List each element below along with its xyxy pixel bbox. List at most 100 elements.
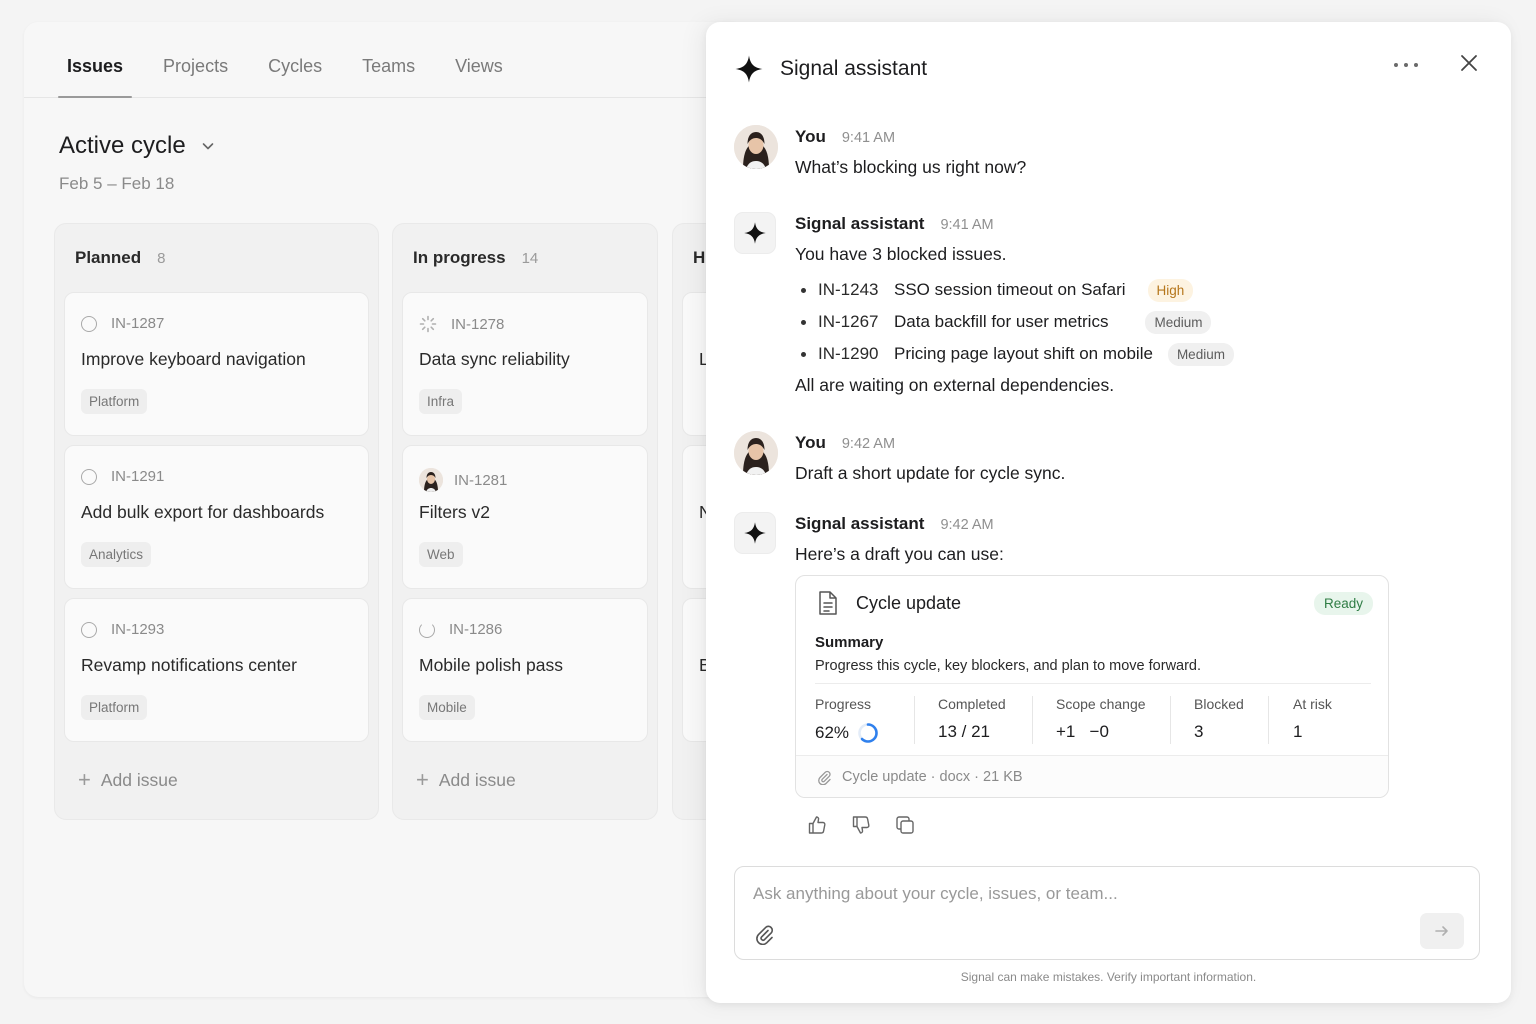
tab-projects[interactable]: Projects (154, 56, 237, 97)
stat-value: 62% (815, 723, 850, 742)
sparkle-icon (744, 522, 766, 544)
cycle-title: Active cycle (59, 132, 186, 159)
close-icon[interactable] (1458, 52, 1480, 74)
tab-cycles[interactable]: Cycles (259, 56, 331, 97)
column-title: In progress (413, 248, 506, 267)
stat-blocked: Blocked 3 (1194, 696, 1244, 742)
in-progress-circle-icon (419, 621, 435, 638)
panel-title: Signal assistant (780, 57, 928, 80)
issues-app-window: Issues Projects Cycles Teams Views Activ… (24, 22, 744, 997)
issue-id: IN-1290 (818, 344, 879, 363)
stat-label: At risk (1293, 696, 1332, 712)
sender-name: You (795, 433, 826, 452)
message-time: 9:41 AM (841, 130, 896, 146)
column-planned: Planned 8 IN-1287 Improve keyboard navig… (54, 223, 379, 820)
send-button[interactable] (1420, 913, 1464, 949)
add-issue-label: Add issue (100, 769, 178, 790)
issue-id: IN-1243 (818, 280, 879, 299)
sender-name: You (795, 127, 826, 146)
stat-value: 3 (1194, 722, 1204, 741)
issue-title: Filters v2 (419, 502, 490, 522)
issue-card[interactable]: IN-1291 Add bulk export for dashboards A… (64, 445, 369, 589)
stat-at-risk: At risk 1 (1293, 696, 1332, 742)
issue-id: IN-1293 (111, 621, 165, 638)
status-badge: Ready (1313, 592, 1373, 615)
plus-icon: + (416, 767, 429, 792)
tab-teams[interactable]: Teams (353, 56, 424, 97)
message-text: You have 3 blocked issues. (795, 244, 1007, 264)
issue-card[interactable]: IN-1286 Mobile polish pass Mobile (402, 598, 648, 742)
tab-issues[interactable]: Issues (58, 56, 133, 98)
chat-input[interactable] (753, 881, 1453, 907)
message-text: Draft a short update for cycle sync. (795, 463, 1066, 483)
attachment-label: Cycle update · docx · 21 KB (842, 768, 1023, 785)
assistant-avatar (734, 512, 776, 554)
stat-value: +1 −0 (1056, 722, 1109, 741)
stat-label: Completed (938, 696, 1006, 712)
sparkle-icon (735, 55, 763, 83)
loading-spinner-icon (419, 315, 437, 333)
cycle-selector[interactable]: Active cycle (59, 132, 216, 160)
add-issue-label: Add issue (438, 769, 516, 790)
todo-circle-icon (81, 468, 97, 485)
list-item[interactable]: IN-1290 Pricing page layout shift on mob… (795, 338, 1234, 370)
issue-tag: Platform (81, 695, 148, 720)
issue-id: IN-1278 (451, 315, 505, 333)
add-issue-button[interactable]: + Add issue (416, 769, 516, 791)
column-title: Planned (75, 248, 142, 267)
issue-card[interactable]: IN-1281 Filters v2 Web (402, 445, 648, 589)
plus-icon: + (78, 767, 91, 792)
issue-card[interactable]: IN-1293 Revamp notifications center Plat… (64, 598, 369, 742)
message-time: 9:41 AM (940, 217, 994, 233)
message-text: What’s blocking us right now? (795, 157, 1027, 177)
issue-tag: Mobile (419, 695, 475, 720)
document-icon (819, 591, 837, 615)
tab-views[interactable]: Views (446, 56, 512, 97)
add-issue-button[interactable]: + Add issue (78, 769, 178, 791)
user-avatar (734, 125, 778, 169)
issue-id: IN-1287 (111, 315, 165, 332)
message-time: 9:42 AM (841, 436, 896, 452)
issue-id: IN-1281 (454, 471, 508, 489)
stat-progress: Progress 62% (815, 696, 879, 744)
stat-value: 1 (1293, 722, 1303, 741)
attachment-row[interactable]: Cycle update · docx · 21 KB (796, 755, 1388, 797)
progress-ring-icon (858, 723, 878, 743)
blocked-issue-list: IN-1243 SSO session timeout on Safari Hi… (795, 274, 1234, 370)
paperclip-icon (818, 770, 831, 785)
sender-name: Signal assistant (795, 214, 925, 233)
thumbs-up-icon[interactable] (806, 814, 828, 836)
user-avatar (734, 431, 778, 475)
issue-id: IN-1291 (111, 468, 165, 485)
issue-title: Data sync reliability (419, 349, 570, 369)
issue-card[interactable]: IN-1287 Improve keyboard navigation Plat… (64, 292, 369, 436)
issue-title: Revamp notifications center (81, 655, 297, 675)
more-options-button[interactable] (1394, 60, 1418, 70)
issue-card[interactable]: IN-1278 Data sync reliability Infra (402, 292, 648, 436)
todo-circle-icon (81, 621, 97, 638)
thumbs-down-icon[interactable] (850, 814, 872, 836)
message-actions (806, 814, 916, 836)
issue-tag: Web (419, 542, 463, 567)
issue-title: SSO session timeout on Safari (894, 280, 1126, 299)
message-text: Here’s a draft you can use: (795, 544, 1004, 564)
assistant-avatar (734, 212, 776, 254)
issue-tag: Analytics (81, 542, 152, 567)
stat-value: 13 / 21 (938, 722, 990, 741)
priority-badge: High (1147, 278, 1194, 302)
copy-icon[interactable] (894, 814, 916, 836)
list-item[interactable]: IN-1267 Data backfill for user metrics M… (795, 306, 1234, 338)
issue-title: Mobile polish pass (419, 655, 563, 675)
summary-label: Summary (815, 634, 884, 651)
issue-tag: Infra (419, 389, 463, 414)
message-text: All are waiting on external dependencies… (795, 375, 1115, 395)
assignee-avatar (419, 468, 443, 492)
cycle-update-document-card[interactable]: Cycle update Ready Summary Progress this… (795, 575, 1389, 798)
stat-scope-change: Scope change +1 −0 (1056, 696, 1146, 742)
stat-label: Scope change (1056, 696, 1146, 712)
paperclip-icon[interactable] (753, 923, 775, 945)
column-count: 14 (521, 250, 539, 267)
list-item[interactable]: IN-1243 SSO session timeout on Safari Hi… (795, 274, 1234, 306)
cycle-header: Active cycle Feb 5 – Feb 18 (59, 132, 216, 194)
sender-name: Signal assistant (795, 514, 925, 533)
